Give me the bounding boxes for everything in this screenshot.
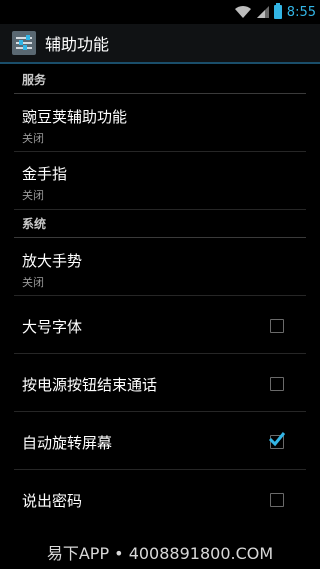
item-title: 自动旋转屏幕 [22, 434, 113, 452]
power-button-ends-call-checkbox[interactable] [270, 377, 284, 391]
list-item-large-text[interactable]: 大号字体 [14, 296, 306, 354]
list-item-goldfinger[interactable]: 金手指 关闭 [14, 152, 306, 210]
list-item-power-button-ends-call[interactable]: 按电源按钮结束通话 [14, 354, 306, 412]
item-title: 放大手势 [22, 252, 83, 270]
list-item-magnification-gestures[interactable]: 放大手势 关闭 [14, 238, 306, 296]
status-icons: 8:55 [234, 0, 316, 24]
item-title: 说出密码 [22, 492, 83, 510]
action-bar: 辅助功能 [0, 24, 320, 64]
signal-icon [256, 6, 269, 18]
item-title: 豌豆荚辅助功能 [22, 108, 128, 126]
item-summary: 关闭 [22, 189, 44, 202]
item-summary: 关闭 [22, 276, 44, 289]
watermark-text: 易下APP • 4008891800.COM [0, 534, 320, 569]
item-title: 按电源按钮结束通话 [22, 376, 158, 394]
item-title: 大号字体 [22, 318, 83, 336]
section-header-system: 系统 [14, 210, 306, 238]
speak-passwords-checkbox[interactable] [270, 493, 284, 507]
checkmark-icon [268, 432, 286, 447]
page-title: 辅助功能 [45, 35, 110, 54]
battery-icon [273, 3, 282, 19]
list-item-auto-rotate-screen[interactable]: 自动旋转屏幕 [14, 412, 306, 470]
list-item-wandoujia-accessibility[interactable]: 豌豆荚辅助功能 关闭 [14, 94, 306, 152]
list-item-speak-passwords[interactable]: 说出密码 [14, 470, 306, 528]
status-time: 8:55 [286, 4, 316, 20]
section-header-services: 服务 [14, 66, 306, 94]
large-text-checkbox[interactable] [270, 319, 284, 333]
item-summary: 关闭 [22, 132, 44, 145]
settings-sliders-icon[interactable] [12, 31, 36, 55]
status-bar: 8:55 [0, 0, 320, 24]
item-title: 金手指 [22, 165, 68, 183]
wifi-icon [234, 5, 251, 18]
